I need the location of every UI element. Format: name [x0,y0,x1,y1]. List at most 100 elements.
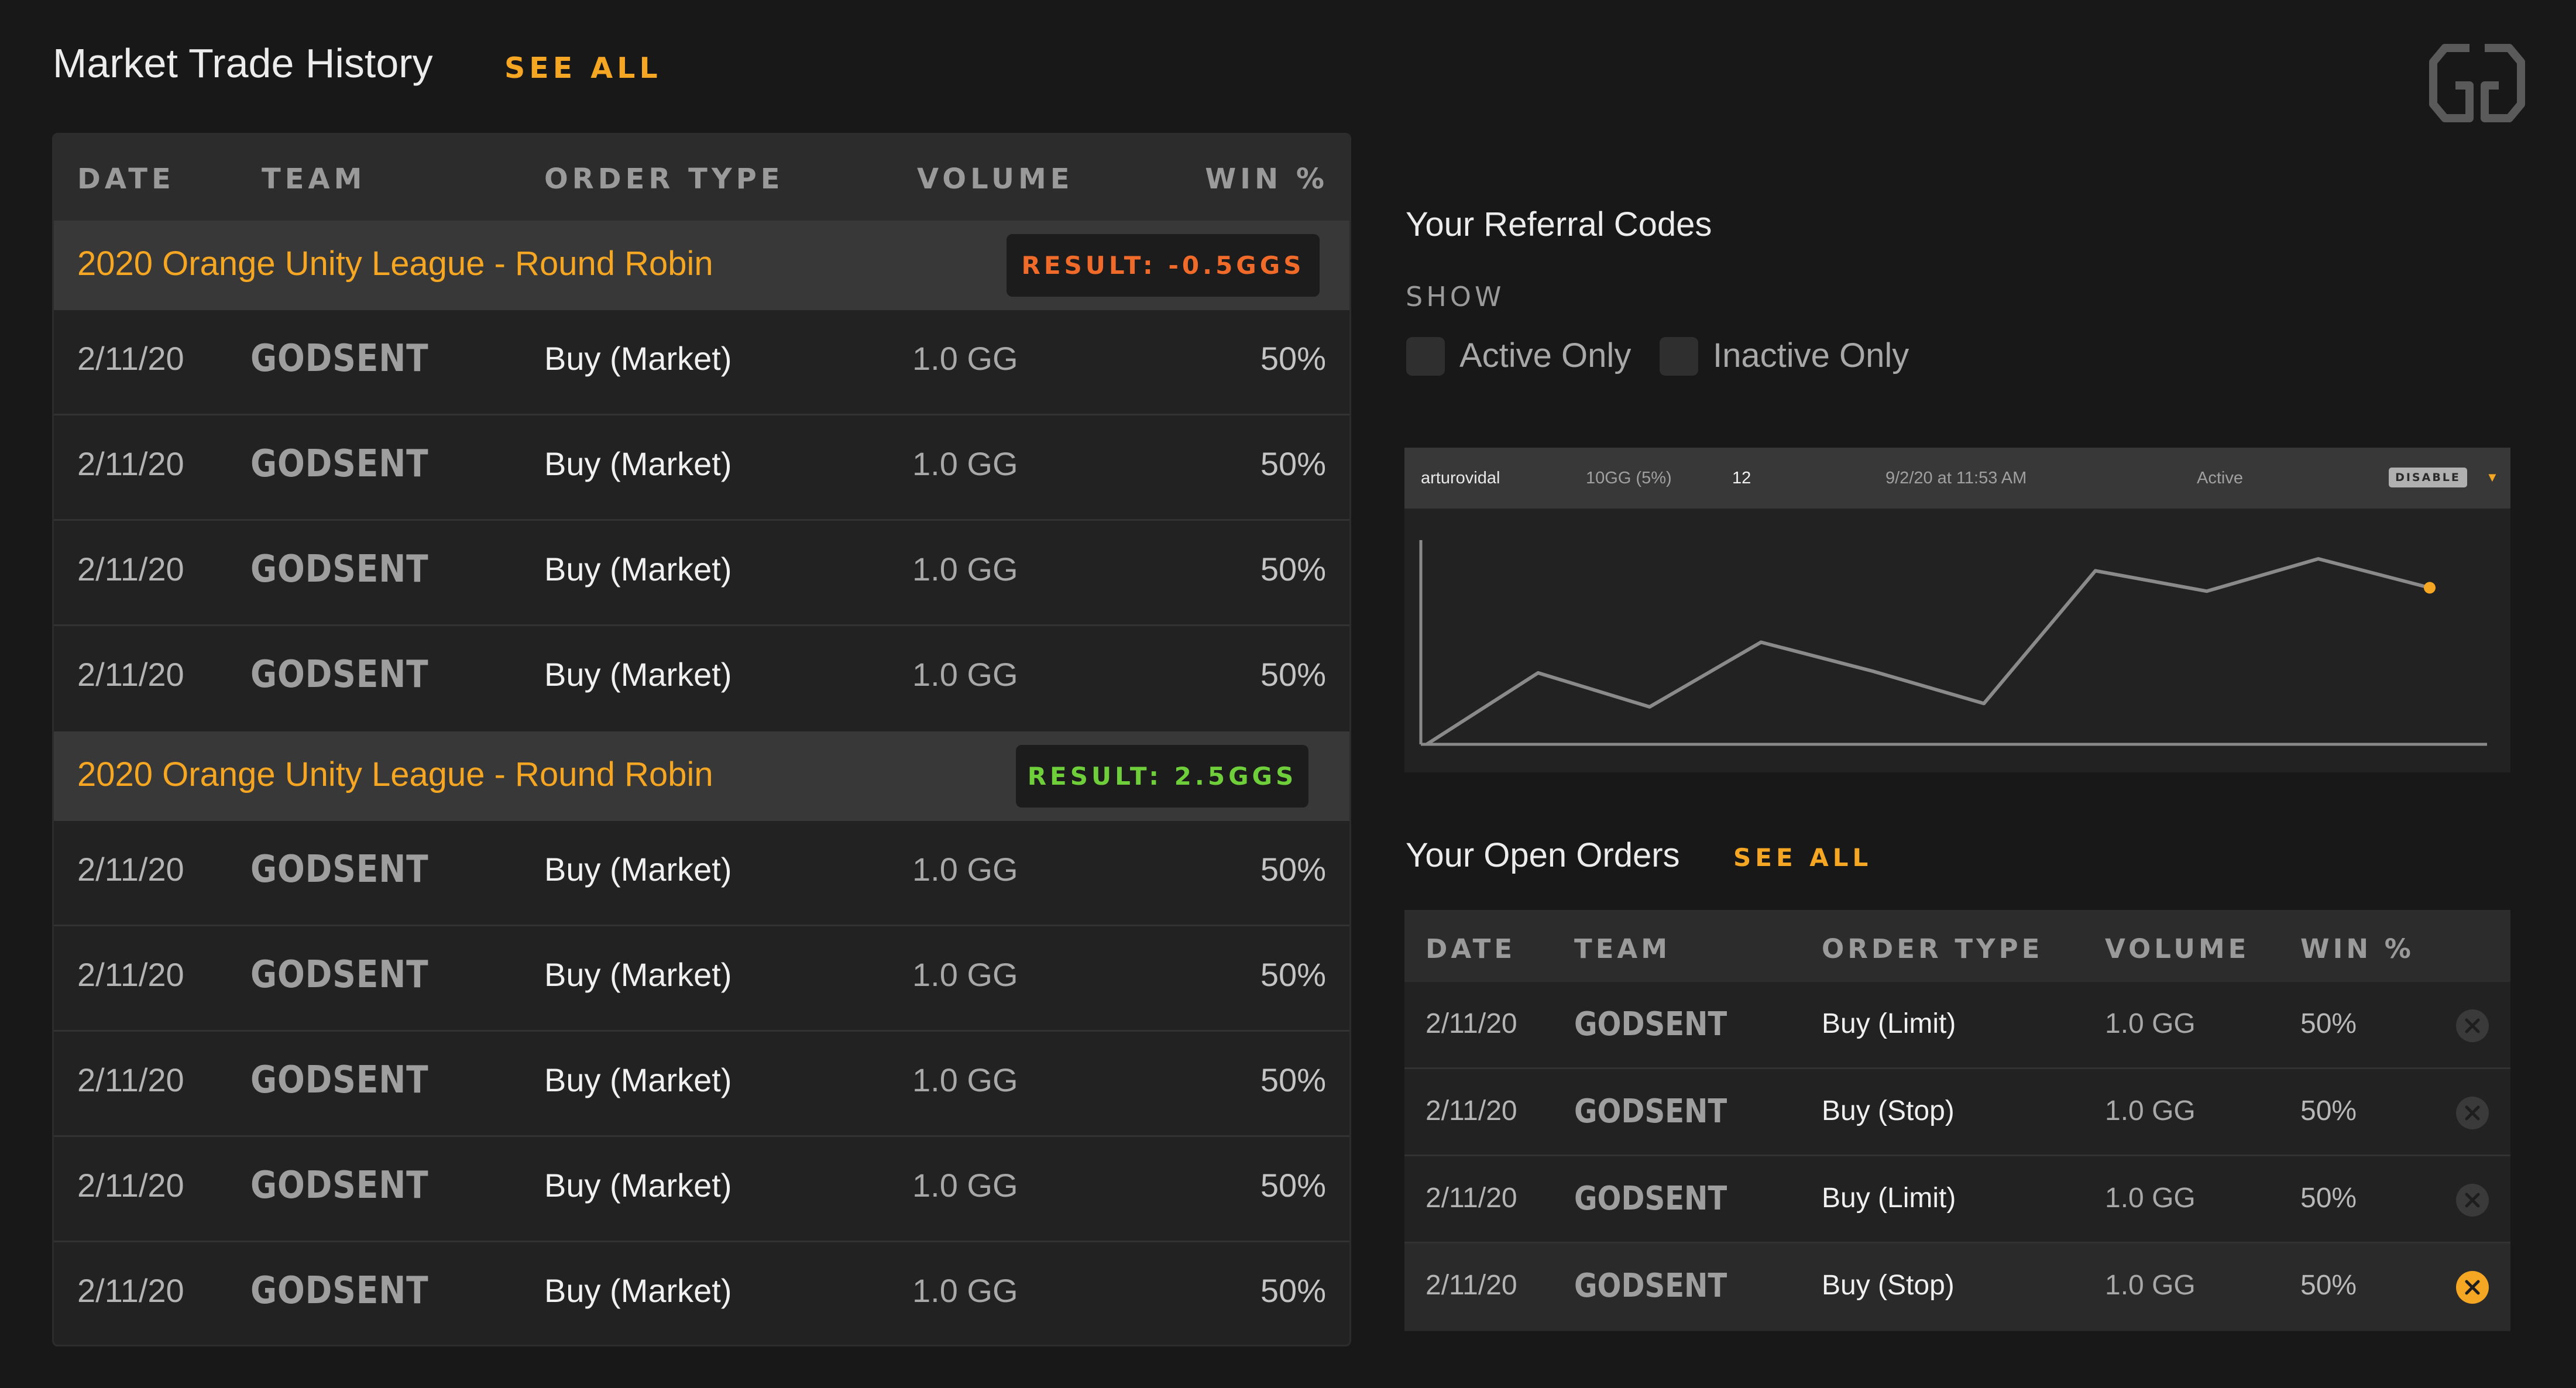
team-logo-text: GODSENT [1574,1092,1727,1131]
column-header-volume[interactable]: VOLUME [917,163,1074,195]
referral-date: 9/2/20 at 11:53 AM [1885,469,2027,487]
row-date: 2/11/20 [1426,1183,1517,1214]
row-date: 2/11/20 [77,1167,184,1204]
row-win: 50% [1260,445,1326,482]
row-order-type: Buy (Market) [544,551,732,588]
column-header-order-type[interactable]: ORDER TYPE [1822,933,2043,964]
row-date: 2/11/20 [77,445,184,482]
table-row[interactable]: 2/11/20 GODSENT Buy (Market) 1.0 GG 50% [54,310,1349,415]
row-win: 50% [2300,1095,2357,1126]
column-header-win[interactable]: WIN % [1205,163,1328,195]
row-win: 50% [1260,851,1326,888]
close-circle-icon[interactable] [2455,1095,2490,1131]
table-row[interactable]: 2/11/20 GODSENT Buy (Stop) 1.0 GG 50% [1404,1069,2510,1156]
show-filter-label: SHOW [1406,281,1505,312]
trade-history-table: DATE TEAM ORDER TYPE VOLUME WIN % 2020 O… [52,133,1351,1346]
close-circle-icon[interactable] [2455,1008,2490,1043]
active-only-checkbox[interactable] [1406,337,1445,376]
row-order-type: Buy (Market) [544,956,732,993]
trade-group-header[interactable]: 2020 Orange Unity League - Round Robin R… [54,221,1349,310]
team-logo-text: GODSENT [250,1059,429,1102]
team-logo-text: GODSENT [250,548,429,591]
row-order-type: Buy (Market) [544,340,732,377]
inactive-only-label[interactable]: Inactive Only [1713,336,1909,375]
team-logo-text: GODSENT [1574,1180,1727,1218]
close-circle-icon[interactable] [2455,1270,2490,1305]
row-win: 50% [2300,1270,2357,1301]
result-badge: RESULT: 2.5GGS [1016,745,1308,808]
column-header-order-type[interactable]: ORDER TYPE [544,163,784,195]
table-row[interactable]: 2/11/20 GODSENT Buy (Market) 1.0 GG 50% [54,1242,1349,1345]
row-date: 2/11/20 [1426,1008,1517,1039]
table-row[interactable]: 2/11/20 GODSENT Buy (Market) 1.0 GG 50% [54,821,1349,926]
trade-history-see-all-link[interactable]: SEE ALL [504,51,662,85]
row-win: 50% [1260,340,1326,377]
column-header-date[interactable]: DATE [1426,933,1516,964]
referral-user: arturovidal [1421,469,1500,487]
chart-end-point[interactable] [2424,582,2436,594]
group-title: 2020 Orange Unity League - Round Robin [77,245,713,283]
column-header-volume[interactable]: VOLUME [2105,933,2249,964]
open-orders-see-all-link[interactable]: SEE ALL [1733,843,1872,872]
column-header-team[interactable]: TEAM [1574,933,1671,964]
row-volume: 1.0 GG [912,656,1018,693]
row-order-type: Buy (Limit) [1822,1183,1956,1214]
page-title: Market Trade History [53,40,433,86]
open-orders-table: DATE TEAM ORDER TYPE VOLUME WIN % 2/11/2… [1404,910,2510,1331]
table-row[interactable]: 2/11/20 GODSENT Buy (Limit) 1.0 GG 50% [1404,982,2510,1069]
row-volume: 1.0 GG [912,445,1018,482]
team-logo-text: GODSENT [250,653,429,696]
row-date: 2/11/20 [77,1061,184,1098]
disable-button[interactable]: DISABLE [2389,468,2467,487]
active-only-label[interactable]: Active Only [1459,336,1631,375]
table-row[interactable]: 2/11/20 GODSENT Buy (Stop) 1.0 GG 50% [1404,1243,2510,1331]
row-win: 50% [1260,1061,1326,1098]
gg-logo-icon[interactable] [2429,42,2526,124]
row-win: 50% [1260,1272,1326,1309]
row-win: 50% [1260,956,1326,993]
inactive-only-checkbox[interactable] [1660,337,1698,376]
row-date: 2/11/20 [77,340,184,377]
row-win: 50% [2300,1008,2357,1039]
table-row[interactable]: 2/11/20 GODSENT Buy (Limit) 1.0 GG 50% [1404,1156,2510,1243]
row-volume: 1.0 GG [2105,1183,2196,1214]
row-volume: 1.0 GG [2105,1095,2196,1126]
row-volume: 1.0 GG [912,1272,1018,1309]
team-logo-text: GODSENT [250,442,429,486]
row-volume: 1.0 GG [912,851,1018,888]
row-volume: 1.0 GG [2105,1270,2196,1301]
column-header-date[interactable]: DATE [77,163,175,195]
team-logo-text: GODSENT [250,1164,429,1207]
column-header-team[interactable]: TEAM [262,163,366,195]
team-logo-text: GODSENT [1574,1005,1727,1043]
table-row[interactable]: 2/11/20 GODSENT Buy (Market) 1.0 GG 50% [54,1137,1349,1242]
row-order-type: Buy (Market) [544,1272,732,1309]
row-volume: 1.0 GG [912,1167,1018,1204]
referral-code-row[interactable]: arturovidal 10GG (5%) 12 9/2/20 at 11:53… [1404,448,2510,509]
row-order-type: Buy (Market) [544,445,732,482]
row-order-type: Buy (Stop) [1822,1095,1955,1126]
result-badge: RESULT: -0.5GGS [1007,234,1320,297]
open-orders-header: DATE TEAM ORDER TYPE VOLUME WIN % [1404,910,2510,982]
table-row[interactable]: 2/11/20 GODSENT Buy (Market) 1.0 GG 50% [54,1032,1349,1137]
row-win: 50% [1260,551,1326,588]
table-row[interactable]: 2/11/20 GODSENT Buy (Market) 1.0 GG 50% [54,415,1349,521]
trade-group-header[interactable]: 2020 Orange Unity League - Round Robin R… [54,731,1349,821]
referral-amount: 10GG (5%) [1586,469,1672,487]
row-order-type: Buy (Limit) [1822,1008,1956,1039]
row-order-type: Buy (Market) [544,1061,732,1098]
team-logo-text: GODSENT [250,1269,429,1313]
table-row[interactable]: 2/11/20 GODSENT Buy (Market) 1.0 GG 50% [54,521,1349,626]
row-date: 2/11/20 [1426,1270,1517,1301]
row-win: 50% [2300,1183,2357,1214]
caret-down-icon[interactable]: ▼ [2486,470,2499,485]
table-row[interactable]: 2/11/20 GODSENT Buy (Market) 1.0 GG 50% [54,626,1349,731]
row-volume: 1.0 GG [912,340,1018,377]
row-win: 50% [1260,656,1326,693]
table-row[interactable]: 2/11/20 GODSENT Buy (Market) 1.0 GG 50% [54,926,1349,1032]
close-circle-icon[interactable] [2455,1183,2490,1218]
trade-history-header: DATE TEAM ORDER TYPE VOLUME WIN % [54,135,1349,221]
referral-status: Active [2197,469,2243,487]
column-header-win[interactable]: WIN % [2300,933,2414,964]
row-date: 2/11/20 [77,851,184,888]
